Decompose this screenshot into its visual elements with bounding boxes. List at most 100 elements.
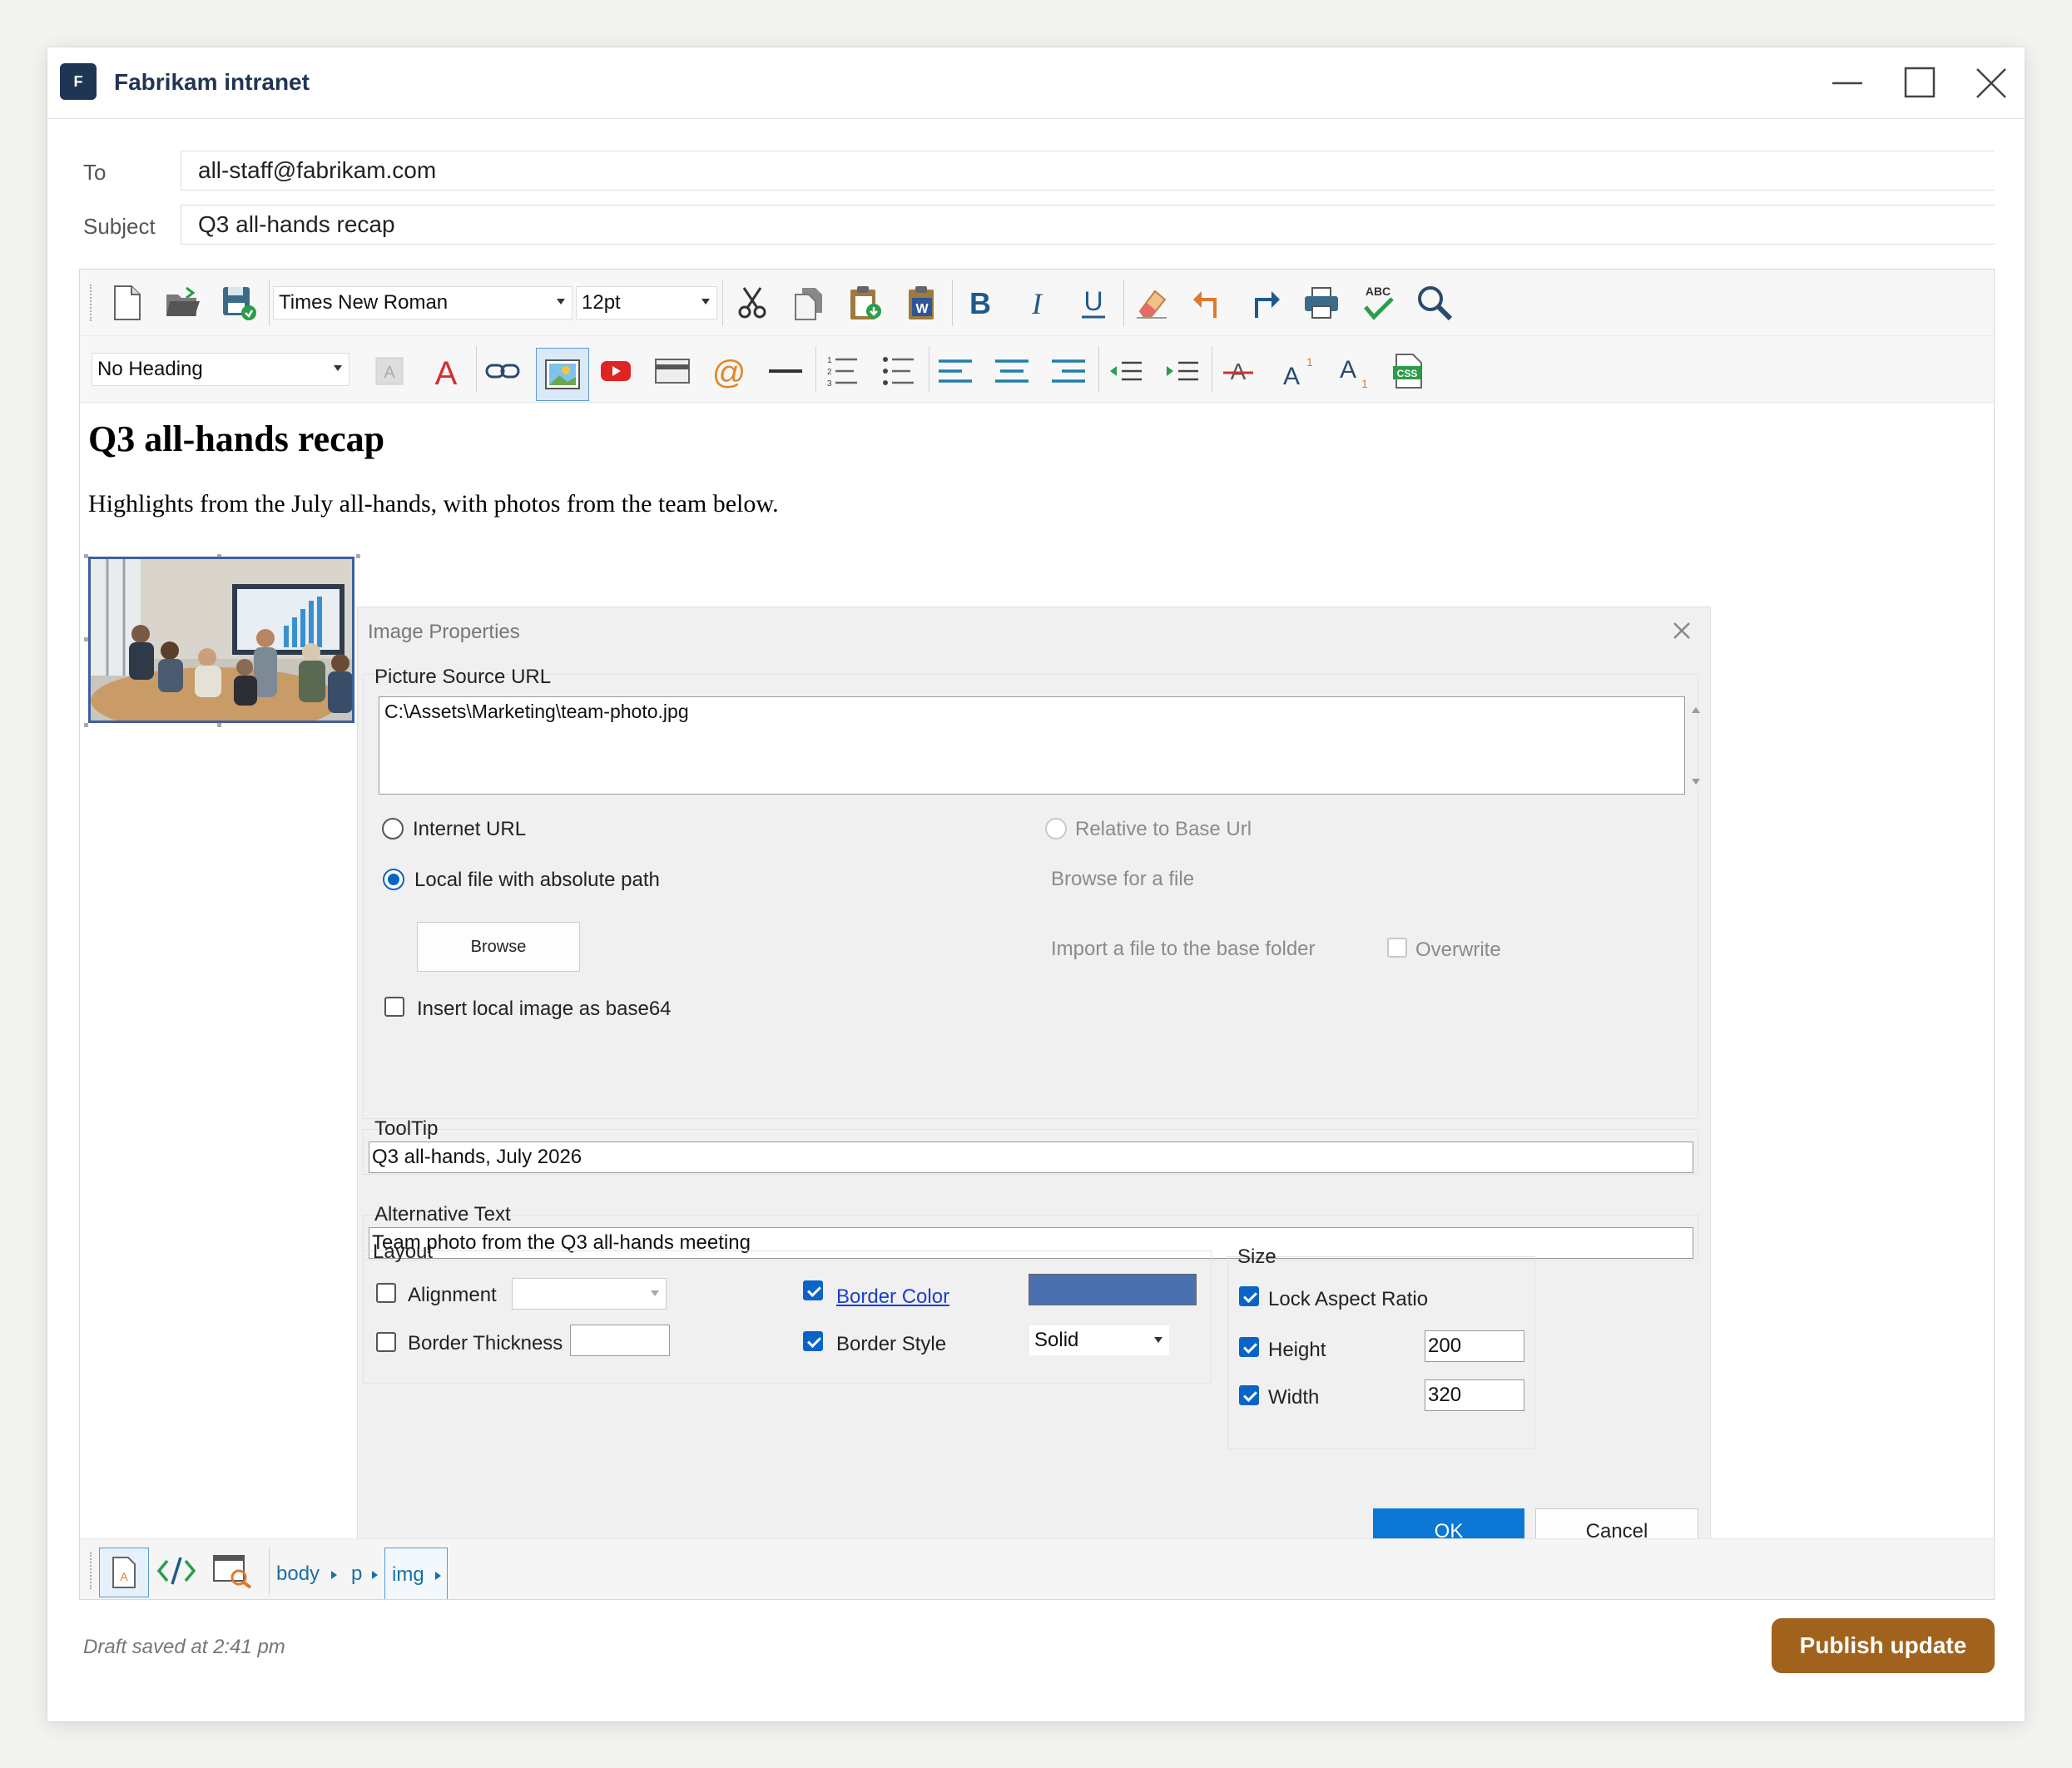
lock-aspect-checkbox[interactable]: [1239, 1286, 1259, 1306]
highlight-color-button[interactable]: A: [368, 349, 411, 393]
save-button[interactable]: [217, 281, 260, 324]
font-color-button[interactable]: A: [424, 349, 468, 393]
copy-button[interactable]: [787, 281, 830, 324]
relative-base-radio[interactable]: [1045, 818, 1067, 839]
align-left-button[interactable]: [934, 349, 977, 393]
numbered-list-button[interactable]: 1 2 3: [820, 349, 864, 393]
code-view-button[interactable]: [155, 1549, 198, 1592]
local-file-radio[interactable]: [383, 869, 404, 890]
paste-button[interactable]: [844, 281, 887, 324]
paste-from-word-button[interactable]: W: [900, 281, 944, 324]
height-checkbox[interactable]: [1239, 1337, 1259, 1357]
overwrite-checkbox[interactable]: [1387, 938, 1407, 958]
resize-handle[interactable]: [217, 723, 221, 727]
bulleted-list-button[interactable]: [877, 349, 920, 393]
indent-button[interactable]: [1160, 349, 1203, 393]
search-icon: [1418, 286, 1453, 321]
svg-text:@: @: [712, 354, 746, 389]
link-icon: [485, 364, 520, 379]
maximize-icon: [1904, 67, 1936, 98]
find-button[interactable]: [1413, 281, 1456, 324]
width-checkbox[interactable]: [1239, 1385, 1259, 1405]
insert-video-button[interactable]: [594, 349, 637, 393]
preview-button[interactable]: [211, 1549, 255, 1592]
app-logo: F: [60, 63, 97, 100]
picture-source-field[interactable]: C:\Assets\Marketing\team-photo.jpg: [379, 696, 1685, 795]
publish-button[interactable]: Publish update: [1772, 1618, 1995, 1673]
border-color-checkbox[interactable]: [803, 1280, 823, 1300]
alignment-select[interactable]: [512, 1278, 667, 1310]
font-size-select[interactable]: 12pt: [576, 286, 717, 319]
css-file-icon: CSS: [1393, 354, 1422, 389]
selected-image[interactable]: [88, 557, 354, 723]
css-style-button[interactable]: CSS: [1386, 349, 1430, 393]
browse-for-file-link[interactable]: Browse for a file: [1051, 868, 1194, 891]
insert-link-button[interactable]: [481, 349, 524, 393]
italic-button[interactable]: I: [1015, 281, 1058, 324]
undo-button[interactable]: [1187, 281, 1230, 324]
close-window-button[interactable]: [1972, 64, 2010, 102]
align-right-button[interactable]: [1047, 349, 1090, 393]
breadcrumb-img-item[interactable]: img: [384, 1548, 448, 1599]
outdent-button[interactable]: [1103, 349, 1147, 393]
bold-icon: B: [969, 286, 991, 320]
open-button[interactable]: [161, 281, 205, 324]
close-icon: [1673, 622, 1690, 639]
bold-button[interactable]: B: [959, 281, 1002, 324]
breadcrumb-body[interactable]: body: [276, 1562, 320, 1586]
statusbar-grip: [90, 1553, 93, 1589]
document-paragraph[interactable]: Highlights from the July all-hands, with…: [88, 490, 779, 518]
svg-text:I: I: [1031, 287, 1043, 320]
new-document-button[interactable]: [105, 281, 148, 324]
insert-image-button[interactable]: [536, 348, 589, 401]
subject-field[interactable]: [181, 205, 1995, 245]
dialog-close-button[interactable]: [1668, 617, 1695, 644]
print-button[interactable]: [1300, 281, 1343, 324]
height-field[interactable]: [1425, 1330, 1524, 1362]
minimize-button[interactable]: [1829, 64, 1867, 102]
breadcrumb-arrow-icon: [331, 1571, 337, 1579]
scroll-up-icon[interactable]: [1692, 707, 1700, 713]
resize-handle[interactable]: [84, 723, 88, 727]
subscript-button[interactable]: A1: [1330, 349, 1373, 393]
underline-button[interactable]: U: [1072, 281, 1115, 324]
insert-table-button[interactable]: [651, 349, 694, 393]
strikethrough-button[interactable]: A: [1217, 349, 1260, 393]
heading-select[interactable]: No Heading: [92, 353, 349, 386]
border-style-select[interactable]: Solid: [1029, 1325, 1170, 1356]
breadcrumb-img[interactable]: img: [392, 1563, 424, 1587]
border-thickness-checkbox[interactable]: [376, 1332, 396, 1352]
scroll-down-icon[interactable]: [1692, 779, 1700, 785]
design-view-button[interactable]: A: [99, 1548, 149, 1597]
cut-button[interactable]: [731, 281, 774, 324]
copy-icon: [795, 288, 822, 320]
document-heading[interactable]: Q3 all-hands recap: [88, 418, 384, 460]
maximize-button[interactable]: [1901, 64, 1940, 102]
import-file-link[interactable]: Import a file to the base folder: [1051, 938, 1316, 961]
breadcrumb-p[interactable]: p: [351, 1562, 362, 1586]
alignment-checkbox[interactable]: [376, 1283, 396, 1303]
border-style-checkbox[interactable]: [803, 1331, 823, 1351]
numbered-list-icon: 1 2 3: [827, 356, 857, 389]
font-family-select[interactable]: Times New Roman: [273, 286, 573, 319]
clear-formatting-button[interactable]: [1130, 281, 1173, 324]
border-thickness-field[interactable]: [570, 1325, 670, 1356]
svg-text:A: A: [120, 1570, 128, 1583]
tooltip-field[interactable]: [369, 1142, 1693, 1173]
spellcheck-button[interactable]: ABC: [1356, 281, 1400, 324]
redo-button[interactable]: [1243, 281, 1286, 324]
border-color-swatch[interactable]: [1029, 1274, 1197, 1305]
width-field[interactable]: [1425, 1379, 1524, 1411]
align-center-button[interactable]: [990, 349, 1034, 393]
browse-button[interactable]: Browse: [417, 922, 580, 972]
insert-base64-checkbox[interactable]: [384, 997, 404, 1017]
horizontal-rule-button[interactable]: [764, 349, 807, 393]
css-label: CSS: [1397, 368, 1418, 379]
insert-email-link-button[interactable]: @: [707, 349, 751, 393]
internet-url-radio[interactable]: [382, 818, 404, 839]
preview-icon: [213, 1555, 252, 1589]
to-field[interactable]: [181, 151, 1995, 191]
border-color-link[interactable]: Border Color: [836, 1285, 949, 1309]
resize-handle[interactable]: [356, 554, 360, 558]
superscript-button[interactable]: A1: [1273, 349, 1316, 393]
